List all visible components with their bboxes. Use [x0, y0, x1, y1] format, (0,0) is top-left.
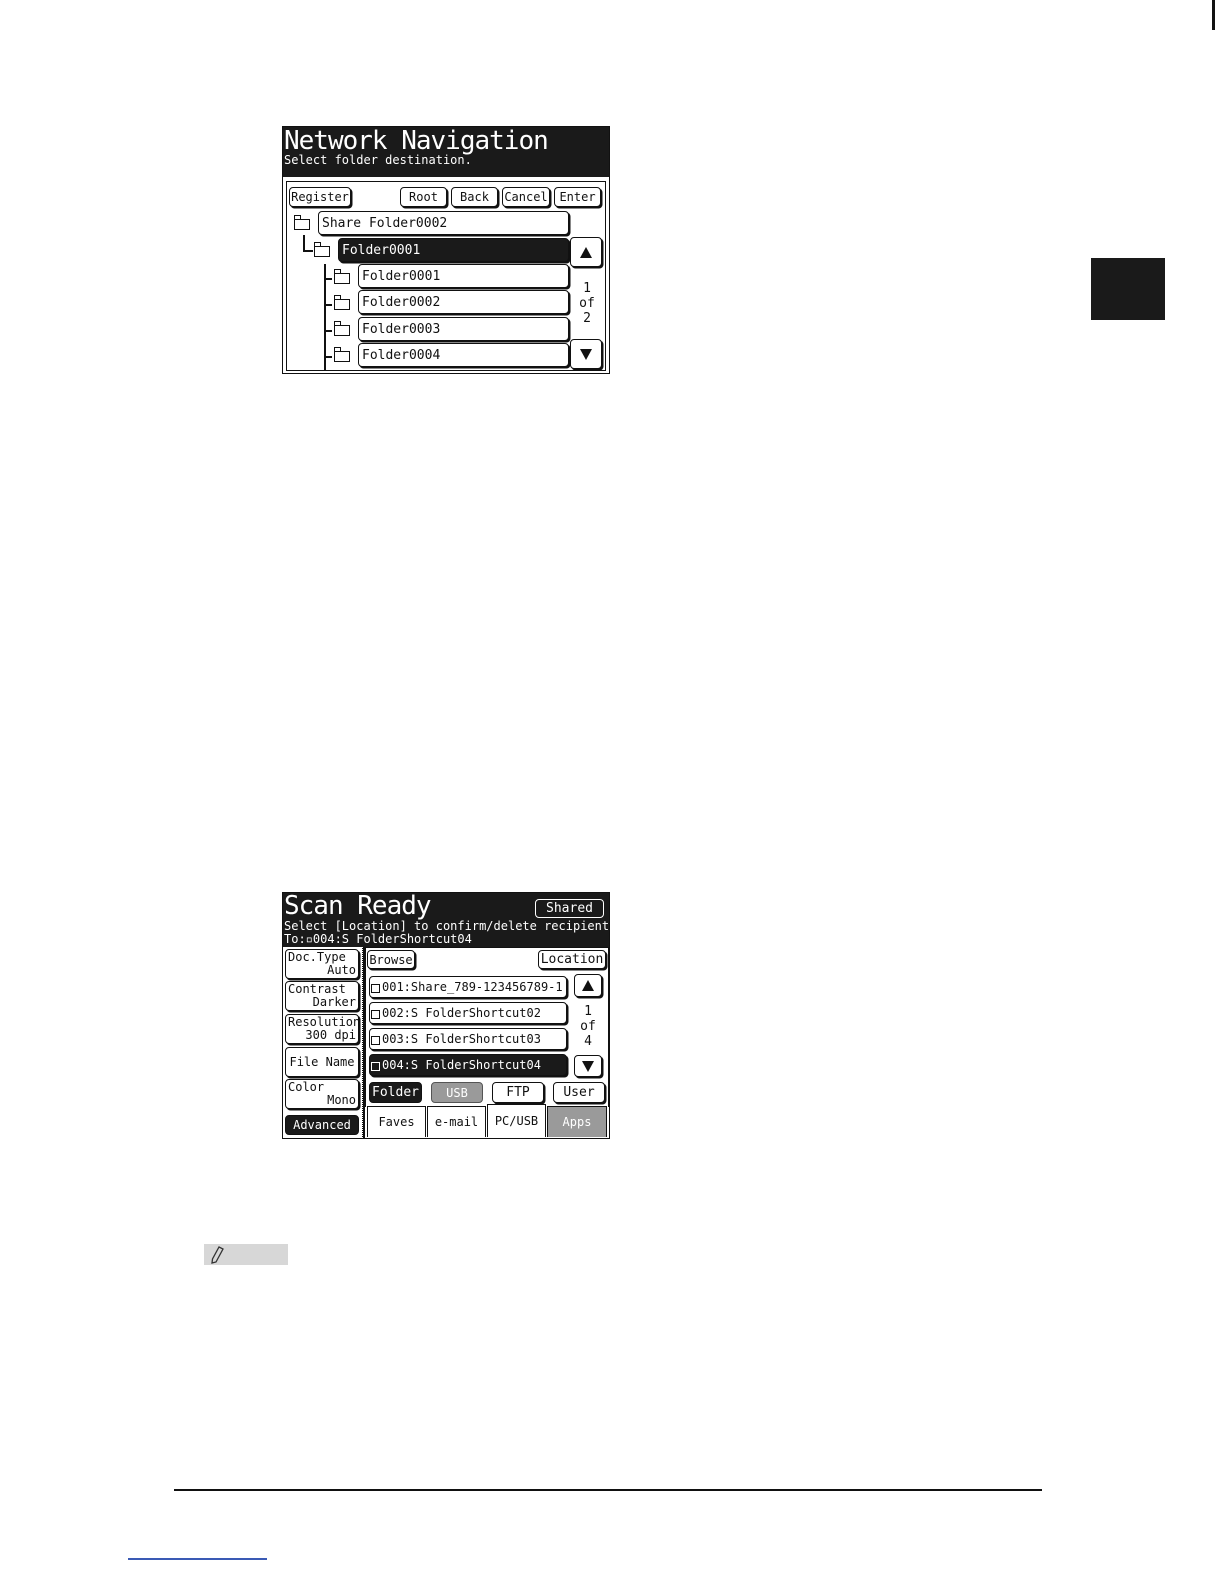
advanced-button[interactable]: Advanced	[285, 1115, 359, 1135]
page-total: 2	[583, 311, 591, 326]
mode-ftp-button[interactable]: FTP	[492, 1082, 544, 1103]
scroll-down-button[interactable]	[570, 339, 602, 369]
folder-shortcut-icon	[371, 1035, 380, 1045]
arrow-down-icon	[580, 348, 592, 360]
shared-button[interactable]: Shared	[535, 899, 604, 918]
arrow-down-icon	[582, 1060, 594, 1072]
screen-header: Network Navigation Select folder destina…	[283, 127, 609, 177]
register-button[interactable]: Register	[289, 187, 351, 207]
scroll-up-button[interactable]	[574, 974, 602, 997]
destination-item-label: 002:S FolderShortcut02	[382, 1006, 541, 1020]
destination-item-label: 004:S FolderShortcut04	[382, 1058, 541, 1072]
tree-connector	[324, 330, 332, 332]
network-navigation-screen: Network Navigation Select folder destina…	[282, 126, 610, 374]
page-corner-marker	[1212, 0, 1215, 30]
cancel-button[interactable]: Cancel	[502, 187, 550, 207]
footer-rule	[174, 1489, 1042, 1491]
tree-item-child[interactable]: Folder0003	[358, 317, 569, 341]
folder-icon	[333, 347, 350, 362]
doc-type-button[interactable]: Doc.Type Auto	[285, 949, 359, 979]
mode-folder-button[interactable]: Folder	[369, 1082, 422, 1103]
enter-button[interactable]: Enter	[554, 187, 601, 207]
note-bar	[204, 1244, 288, 1265]
footer-link-underline[interactable]	[128, 1558, 267, 1560]
back-button[interactable]: Back	[451, 187, 498, 207]
folder-icon	[333, 269, 350, 284]
tree-connector	[303, 250, 313, 252]
tree-item-child[interactable]: Folder0001	[358, 264, 569, 288]
tree-item-selected[interactable]: Folder0001	[338, 238, 569, 262]
tab-email[interactable]: e-mail	[427, 1106, 486, 1137]
tree-connector	[324, 304, 332, 306]
destination-item[interactable]: 003:S FolderShortcut03	[369, 1028, 567, 1050]
folder-shortcut-icon	[371, 1009, 380, 1019]
screen-title: Network Navigation	[284, 126, 549, 156]
page-of: of	[580, 1019, 596, 1034]
tab-pc-usb[interactable]: PC/USB	[487, 1104, 546, 1137]
destination-line: To:▫004:S FolderShortcut04	[284, 932, 472, 946]
file-name-label: File Name	[289, 1054, 355, 1069]
folder-icon	[333, 295, 350, 310]
folder-icon	[313, 242, 330, 257]
tab-apps[interactable]: Apps	[547, 1106, 607, 1137]
destination-item[interactable]: 002:S FolderShortcut02	[369, 1002, 567, 1024]
scan-ready-screen: Scan Ready Shared Select [Location] to c…	[282, 892, 610, 1139]
instruction-text: Select [Location] to confirm/delete reci…	[284, 919, 610, 933]
page-of: of	[579, 296, 595, 311]
screen-title: Scan Ready	[284, 892, 432, 921]
screen-header: Scan Ready Shared Select [Location] to c…	[283, 893, 609, 947]
arrow-up-icon	[580, 246, 592, 258]
contrast-value: Darker	[312, 995, 356, 1009]
page-indicator: 1 of 2	[571, 281, 603, 326]
resolution-value: 300 dpi	[305, 1028, 356, 1042]
folder-icon	[333, 321, 350, 336]
tree-item-child[interactable]: Folder0004	[358, 343, 569, 367]
tree-connector	[324, 356, 332, 358]
page-current: 1	[584, 1004, 592, 1019]
tree-item-child[interactable]: Folder0002	[358, 290, 569, 314]
destination-item-label: 003:S FolderShortcut03	[382, 1032, 541, 1046]
page-indicator: 1 of 4	[573, 1004, 603, 1049]
color-value: Mono	[327, 1093, 356, 1107]
destination-item[interactable]: 001:Share_789-123456789-1	[369, 976, 567, 998]
pencil-icon	[211, 1246, 224, 1264]
tab-faves[interactable]: Faves	[367, 1106, 426, 1137]
chapter-tab	[1091, 258, 1165, 320]
tree-item-root[interactable]: Share Folder0002	[318, 211, 569, 235]
color-button[interactable]: Color Mono	[285, 1079, 359, 1109]
screen-subtitle: Select folder destination.	[284, 153, 472, 167]
page-current: 1	[583, 281, 591, 296]
scroll-down-button[interactable]	[574, 1055, 602, 1077]
browse-button[interactable]: Browse	[367, 950, 415, 969]
root-button[interactable]: Root	[400, 187, 447, 207]
resolution-button[interactable]: Resolution 300 dpi	[285, 1014, 359, 1044]
file-name-button[interactable]: File Name	[285, 1047, 359, 1077]
folder-shortcut-icon	[371, 983, 380, 993]
doc-type-value: Auto	[327, 963, 356, 977]
scroll-up-button[interactable]	[570, 237, 602, 267]
folder-shortcut-icon	[371, 1061, 380, 1071]
tree-connector	[324, 278, 332, 280]
mode-usb-button[interactable]: USB	[431, 1082, 483, 1103]
arrow-up-icon	[582, 980, 594, 991]
mode-user-button[interactable]: User	[553, 1082, 605, 1103]
page-total: 4	[584, 1034, 592, 1049]
destination-item-label: 001:Share_789-123456789-1	[382, 980, 563, 994]
contrast-button[interactable]: Contrast Darker	[285, 981, 359, 1011]
destination-item-selected[interactable]: 004:S FolderShortcut04	[369, 1054, 567, 1076]
location-button[interactable]: Location	[538, 950, 606, 969]
folder-icon	[293, 215, 310, 230]
